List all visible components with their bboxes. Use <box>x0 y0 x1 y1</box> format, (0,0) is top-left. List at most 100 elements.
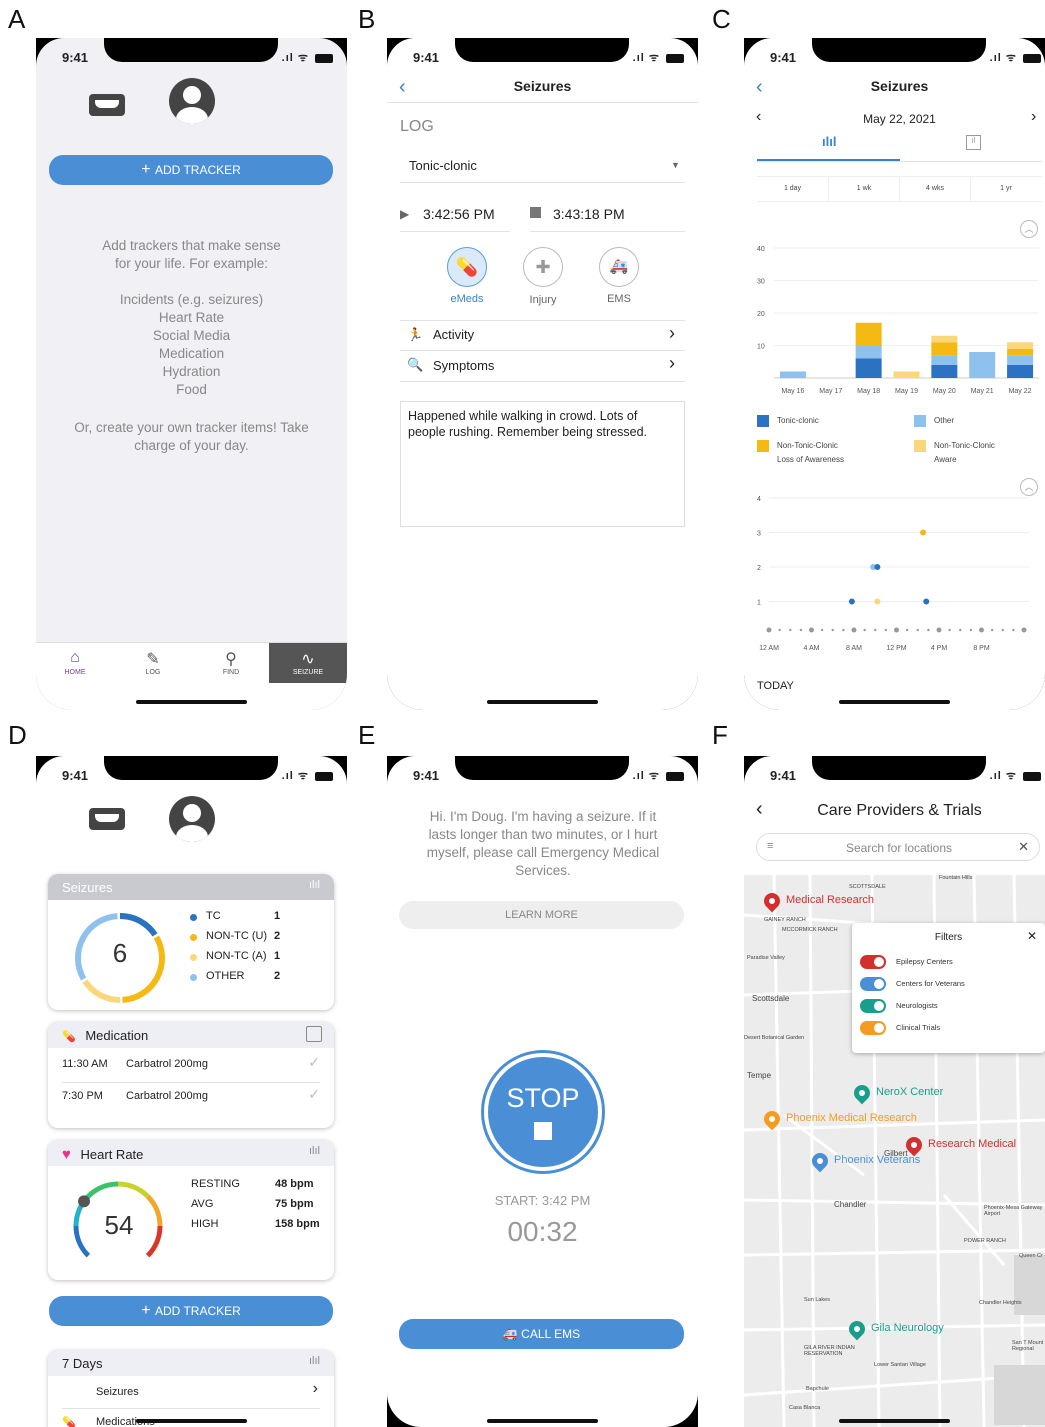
map-pin-label[interactable]: Phoenix Veterans <box>834 1154 920 1166</box>
y-tick-label: 3 <box>757 531 761 538</box>
chevron-right-icon[interactable]: › <box>669 353 675 374</box>
map-block <box>994 1365 1045 1425</box>
activity-row[interactable]: Activity <box>433 327 474 342</box>
ambulance-icon: 🚑 <box>609 258 629 275</box>
medical-cross-icon: ✚ <box>535 257 551 277</box>
map-place-label: Chandler <box>834 1200 867 1209</box>
ems-button[interactable]: 🚑 <box>599 247 639 287</box>
avatar-icon[interactable] <box>169 796 215 842</box>
range-tab[interactable]: 1 wk <box>828 177 899 201</box>
clear-icon[interactable]: ✕ <box>1018 839 1029 855</box>
symptoms-icon: 🔍 <box>407 357 424 372</box>
bar-segment <box>1007 365 1034 378</box>
map-place-label: Lower Santan Village <box>874 1362 926 1368</box>
notch <box>104 756 278 780</box>
inbox-icon[interactable] <box>89 808 125 830</box>
seven-days-title: 7 Days <box>62 1356 103 1371</box>
filter-toggle[interactable] <box>860 1021 886 1035</box>
bar-segment <box>931 355 958 365</box>
seizure-type-select[interactable]: Tonic-clonic <box>409 158 477 173</box>
check-icon[interactable]: ✓ <box>308 1086 320 1103</box>
chart-icon[interactable]: ılıl <box>309 879 320 891</box>
stop-button[interactable]: STOP <box>488 1057 598 1167</box>
timeline-tick <box>990 628 994 632</box>
hr-stat-label: RESTING <box>191 1178 240 1190</box>
bar-chart-tab-icon[interactable]: ılıl <box>822 134 836 149</box>
inbox-icon[interactable] <box>89 94 125 116</box>
filter-toggle[interactable] <box>860 955 886 969</box>
chevron-down-icon[interactable]: ▼ <box>671 160 680 170</box>
map-pin-label[interactable]: Phoenix Medical Research <box>786 1112 917 1124</box>
map-pin-label[interactable]: Medical Research <box>786 894 874 906</box>
seven-days-seizures-row[interactable]: Seizures <box>96 1386 139 1398</box>
symptoms-row[interactable]: Symptoms <box>433 358 494 373</box>
notch <box>812 38 986 62</box>
calendar-icon[interactable] <box>306 1026 322 1042</box>
avatar-icon[interactable] <box>169 78 215 124</box>
timeline-tick <box>789 628 792 632</box>
legend-swatch <box>914 440 926 452</box>
heart-icon: ♥ <box>62 1146 71 1163</box>
elapsed-timer: 00:32 <box>507 1216 578 1247</box>
map-pin-label[interactable]: NeroX Center <box>876 1086 943 1098</box>
add-tracker-button[interactable]: + ADD TRACKER <box>49 1296 333 1326</box>
x-tick-label: 4 AM <box>804 645 820 652</box>
end-time[interactable]: 3:43:18 PM <box>553 206 625 222</box>
next-date-icon[interactable]: › <box>1031 108 1036 126</box>
emeds-button[interactable]: 💊 <box>447 247 487 287</box>
stop-square-icon <box>534 1122 552 1140</box>
tab-home[interactable]: ⌂ HOME <box>36 649 114 676</box>
chart-icon[interactable]: ılıl <box>309 1355 320 1367</box>
filter-toggle[interactable] <box>860 977 886 991</box>
medication-card[interactable]: 💊 Medication 11:30 AM Carbatrol 200mg ✓ … <box>48 1022 334 1128</box>
start-time[interactable]: 3:42:56 PM <box>423 206 495 222</box>
panel-label-c: C <box>712 4 731 34</box>
plus-icon: + <box>141 1302 155 1319</box>
home-indicator <box>136 700 247 704</box>
timeline-tick <box>916 628 919 632</box>
page-title: Seizures <box>513 78 572 94</box>
chart-icon[interactable]: ılıl <box>309 1145 320 1157</box>
search-input[interactable]: ≡ Search for locations ✕ <box>756 833 1040 861</box>
phone-care-providers: 9:41 .ıl ᯤ ‹ Care Providers & Trials ≡ S… <box>744 756 1045 1427</box>
call-ems-button[interactable]: 🚑 CALL EMS <box>399 1319 684 1349</box>
map-place-label: Queen Cr <box>1019 1253 1043 1259</box>
range-tab[interactable]: 1 yr <box>970 177 1041 201</box>
injury-button[interactable]: ✚ <box>523 247 563 287</box>
timeline-tick <box>820 628 824 632</box>
map-pin-label[interactable]: Research Medical <box>928 1138 1016 1150</box>
chevron-right-icon[interactable]: › <box>313 1380 318 1398</box>
map[interactable]: Fountain Hills Paradise Valley Scottsdale D… <box>744 875 1045 1427</box>
heart-rate-card-header: ♥ Heart Rate ılıl <box>48 1140 334 1166</box>
map-place-label: Fountain Hills <box>939 875 973 881</box>
date-label: May 22, 2021 <box>863 112 936 126</box>
map-place-label: MCCORMICK RANCH <box>782 927 838 933</box>
check-icon[interactable]: ✓ <box>308 1054 320 1071</box>
medication-card-header: 💊 Medication <box>48 1022 334 1048</box>
map-pin-label[interactable]: Gila Neurology <box>871 1322 944 1334</box>
example-item: Food <box>176 382 207 397</box>
tab-find[interactable]: ⚲ FIND <box>192 649 270 676</box>
x-tick-label: May 21 <box>971 388 994 395</box>
chevron-right-icon[interactable]: › <box>669 323 675 344</box>
range-tab[interactable]: 4 wks <box>899 177 970 201</box>
learn-more-button[interactable]: LEARN MORE <box>399 901 684 929</box>
notes-textarea[interactable]: Happened while walking in crowd. Lots of… <box>400 401 685 527</box>
pin-center <box>815 1156 825 1166</box>
seizures-card[interactable]: Seizures ılıl 6 TC 1 NON-TC (U) 2 NON-TC (A)… <box>48 874 334 1010</box>
tab-log[interactable]: ✎ LOG <box>114 649 192 676</box>
tab-seizure[interactable]: ∿ SEIZURE <box>269 643 347 683</box>
add-tracker-button[interactable]: + ADD TRACKER <box>49 155 333 185</box>
stop-label: STOP <box>506 1083 580 1113</box>
phone-home-empty: 9:41 .ıl ᯤ + ADD TRACKER Add trackers th… <box>36 38 347 710</box>
seizure-type-count: 1 <box>274 910 281 922</box>
close-icon[interactable]: ✕ <box>1027 929 1037 943</box>
home-indicator <box>487 1419 598 1423</box>
x-tick-label: May 22 <box>1009 388 1032 395</box>
legend-label: Tonic-clonic <box>777 416 819 425</box>
heart-rate-card[interactable]: ♥ Heart Rate ılıl 54 RESTING 48 bpm AVG 75 … <box>48 1140 334 1280</box>
range-tab[interactable]: 1 day <box>757 177 828 201</box>
filter-toggle[interactable] <box>860 999 886 1013</box>
table-tab-icon[interactable]: ıl <box>966 135 981 150</box>
x-tick-label: 4 PM <box>931 645 948 652</box>
